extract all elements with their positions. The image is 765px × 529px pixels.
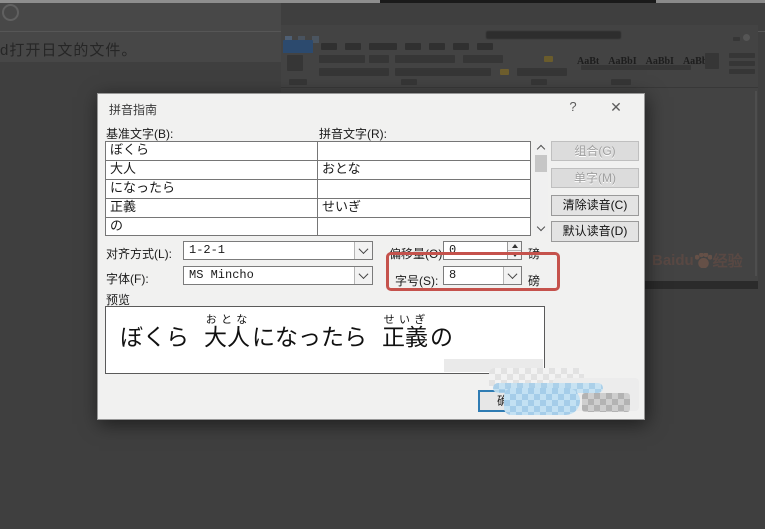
censor-mosaic-gray <box>582 393 630 412</box>
style-labels <box>581 65 691 70</box>
grid-row: 大人 おとな <box>106 161 530 180</box>
preview-ruby: せいぎ <box>382 313 428 326</box>
group-label <box>289 79 307 85</box>
font-color-icon <box>500 69 509 75</box>
preview-segment: になったら <box>252 325 367 351</box>
base-text-cell-3[interactable]: になったら <box>106 180 318 198</box>
ruby-text-cell-2[interactable]: おとな <box>318 161 530 179</box>
base-text-cell-5[interactable]: の <box>106 218 318 236</box>
tab-page-layout <box>369 43 397 50</box>
spin-up-icon[interactable] <box>508 242 521 251</box>
document-scrollbar <box>755 91 757 276</box>
font-size-box <box>369 55 389 63</box>
baidu-watermark: Baidu 经验 <box>652 250 743 271</box>
group-label <box>401 79 417 85</box>
grid-row: になったら <box>106 180 530 199</box>
font-label: 字体(F): <box>106 272 149 286</box>
tab-view <box>477 43 493 50</box>
censor-mosaic-blue <box>504 388 580 415</box>
paragraph-controls <box>517 68 567 76</box>
tab-mailings <box>429 43 445 50</box>
group-label <box>531 79 547 85</box>
help-icon[interactable]: ? <box>563 98 583 116</box>
base-text-cell-4[interactable]: 正義 <box>106 199 318 217</box>
base-text-cell-1[interactable]: ぼくら <box>106 142 318 160</box>
preview-box: ぼくら 大人おとなになったら 正義せいぎの <box>105 306 545 374</box>
loader-circle-icon <box>2 4 19 21</box>
highlight-color-icon <box>544 56 553 62</box>
preview-base: 正義 <box>382 325 428 351</box>
scroll-up-icon[interactable] <box>534 141 548 153</box>
alignment-combobox[interactable]: 1-2-1 <box>183 241 373 260</box>
watermark-prefix: Baidu <box>652 252 694 269</box>
preview-ruby-group: 正義せいぎ <box>382 313 428 351</box>
ruby-pairs-grid: ぼくら 大人 おとな になったら 正義 せいぎ の <box>105 141 531 236</box>
dialog-title: 拼音指南 <box>109 103 158 117</box>
alignment-label: 对齐方式(L): <box>106 247 173 261</box>
preview-text: ぼくら 大人おとなになったら 正義せいぎの <box>120 313 453 352</box>
tab-review <box>453 43 469 50</box>
ruby-text-cell-4[interactable]: せいぎ <box>318 199 530 217</box>
chevron-down-icon[interactable] <box>354 242 372 259</box>
ribbon-bottom-border <box>281 87 758 88</box>
tab-insert <box>345 43 361 50</box>
grid-row: ぼくら <box>106 142 530 161</box>
close-icon[interactable]: ✕ <box>606 98 626 116</box>
ruby-text-label: 拼音文字(R): <box>319 127 387 141</box>
grid-scrollbar[interactable] <box>534 141 548 234</box>
ruby-text-cell-3[interactable] <box>318 180 530 198</box>
combine-button: 组合(G) <box>551 141 639 161</box>
clear-reading-button[interactable]: 清除读音(C) <box>551 195 639 216</box>
grid-row: 正義 せいぎ <box>106 199 530 218</box>
ruby-text-cell-1[interactable] <box>318 142 530 160</box>
preview-segment: ぼくら <box>120 325 189 351</box>
single-char-button: 单字(M) <box>551 168 639 188</box>
select-command <box>729 69 755 74</box>
ribbon-controls <box>395 55 455 63</box>
help-ribbon-icon <box>743 34 750 41</box>
font-value: MS Mincho <box>189 268 254 282</box>
chevron-down-icon[interactable] <box>354 267 372 284</box>
group-label <box>611 79 631 85</box>
tab-home <box>321 43 337 50</box>
font-name-box <box>319 55 365 63</box>
watermark-suffix: 经验 <box>712 253 743 270</box>
word-title-text <box>486 31 621 39</box>
ribbon-controls <box>463 55 503 63</box>
ruby-text-cell-5[interactable] <box>318 218 530 236</box>
ribbon-controls <box>319 68 389 76</box>
font-combobox[interactable]: MS Mincho <box>183 266 373 285</box>
minimize-icon <box>733 37 740 41</box>
grid-row: の <box>106 218 530 236</box>
base-text-cell-2[interactable]: 大人 <box>106 161 318 179</box>
page-top-strip-mid <box>380 0 656 3</box>
scroll-down-icon[interactable] <box>534 222 548 234</box>
screenshot-stage: d打开日文的文件。 AaBt AaBbI AaBbI AaBbI Baidu 经… <box>0 0 765 529</box>
preview-segment: の <box>430 325 453 351</box>
replace-command <box>729 61 755 66</box>
tutorial-snippet-text: d打开日文的文件。 <box>0 42 138 59</box>
alignment-value: 1-2-1 <box>189 243 226 257</box>
paw-icon <box>694 253 712 268</box>
tab-file <box>283 40 313 53</box>
preview-base: 大人 <box>204 325 250 351</box>
find-command <box>729 53 755 58</box>
page-left-panel <box>0 3 281 31</box>
red-highlight-box <box>386 252 560 291</box>
clipboard-group-icon <box>287 55 303 71</box>
ribbon-controls <box>395 68 491 76</box>
scrollbar-thumb[interactable] <box>535 155 547 172</box>
page-top-strip-right <box>656 0 765 3</box>
tab-references <box>405 43 421 50</box>
preview-ruby: おとな <box>204 313 250 326</box>
change-styles-icon <box>705 53 719 69</box>
default-reading-button[interactable]: 默认读音(D) <box>551 221 639 242</box>
phonetic-guide-dialog: 拼音指南 ? ✕ 基准文字(B): 拼音文字(R): ぼくら 大人 おとな にな… <box>97 93 645 420</box>
preview-ruby-group: 大人おとな <box>204 313 250 351</box>
base-text-label: 基准文字(B): <box>106 127 174 141</box>
